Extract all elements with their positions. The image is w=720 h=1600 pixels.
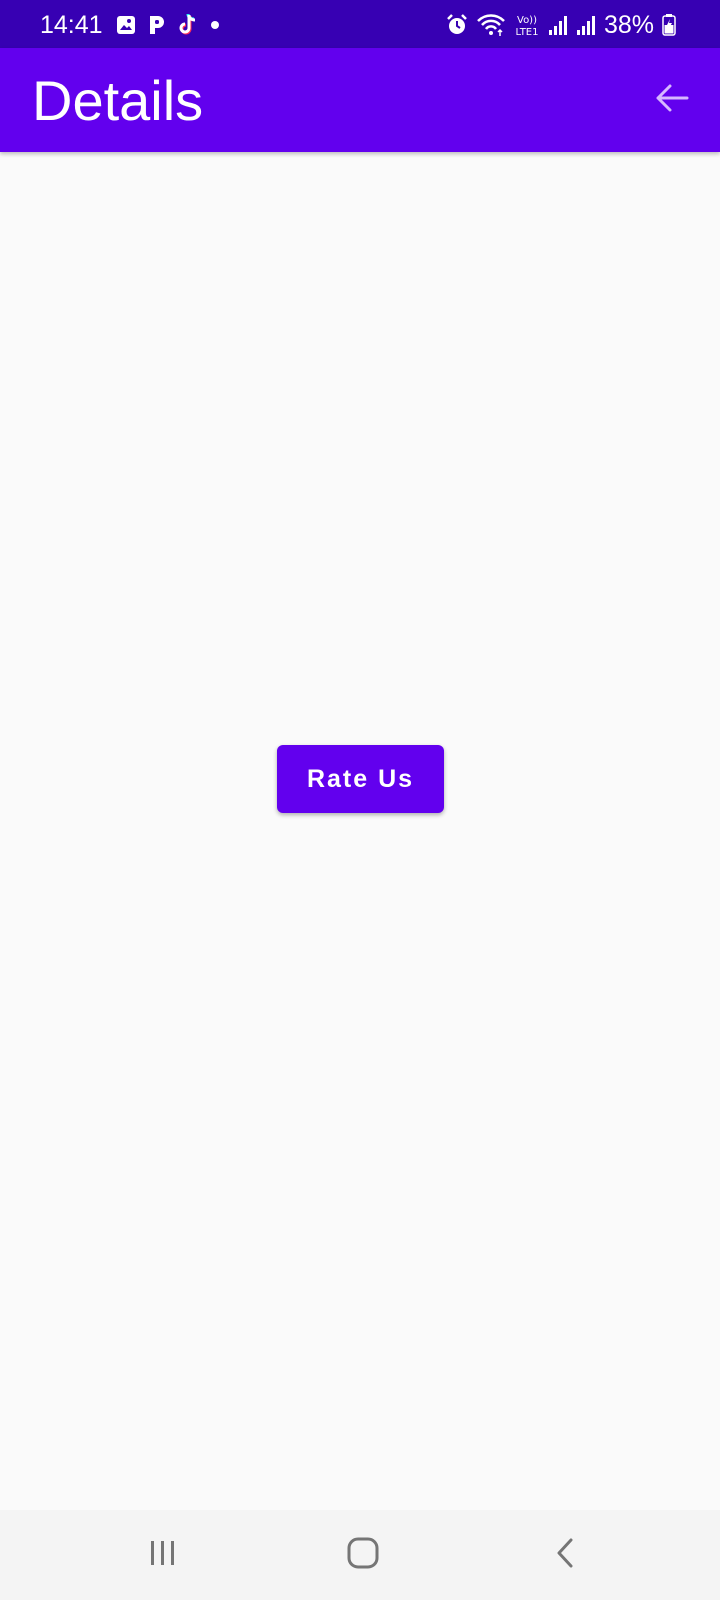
alarm-icon — [446, 14, 468, 36]
arrow-back-icon — [655, 83, 689, 118]
notification-icons — [116, 14, 220, 36]
volte-label-bottom: LTE1 — [515, 27, 538, 37]
navigation-bar — [0, 1510, 720, 1600]
recents-button[interactable] — [133, 1530, 193, 1580]
screen: 14:41 Vo)) LTE1 38% Details Rate Us — [0, 0, 720, 1600]
home-button[interactable] — [333, 1530, 393, 1580]
dot-icon — [210, 20, 220, 30]
battery-percent: 38% — [603, 11, 654, 39]
home-icon — [346, 1536, 380, 1575]
battery-icon — [662, 14, 676, 36]
volte-label-top: Vo)) — [517, 15, 537, 26]
status-bar: 14:41 Vo)) LTE1 38% — [0, 0, 720, 48]
system-back-button[interactable] — [535, 1530, 595, 1580]
system-icons: Vo)) LTE1 38% — [446, 10, 676, 40]
back-icon — [553, 1536, 577, 1575]
p-app-icon — [148, 15, 166, 35]
app-bar: Details — [0, 48, 720, 152]
page-title: Details — [32, 69, 204, 132]
signal-icon — [548, 14, 568, 36]
back-button[interactable] — [650, 78, 694, 122]
gallery-icon — [116, 15, 136, 35]
signal-icon-2 — [576, 14, 596, 36]
volte-icon: Vo)) LTE1 — [514, 13, 540, 37]
tiktok-icon — [178, 14, 198, 36]
status-time: 14:41 — [40, 11, 103, 39]
wifi-icon — [476, 13, 506, 37]
rate-us-button[interactable]: Rate Us — [277, 745, 444, 813]
recents-icon — [147, 1538, 179, 1573]
